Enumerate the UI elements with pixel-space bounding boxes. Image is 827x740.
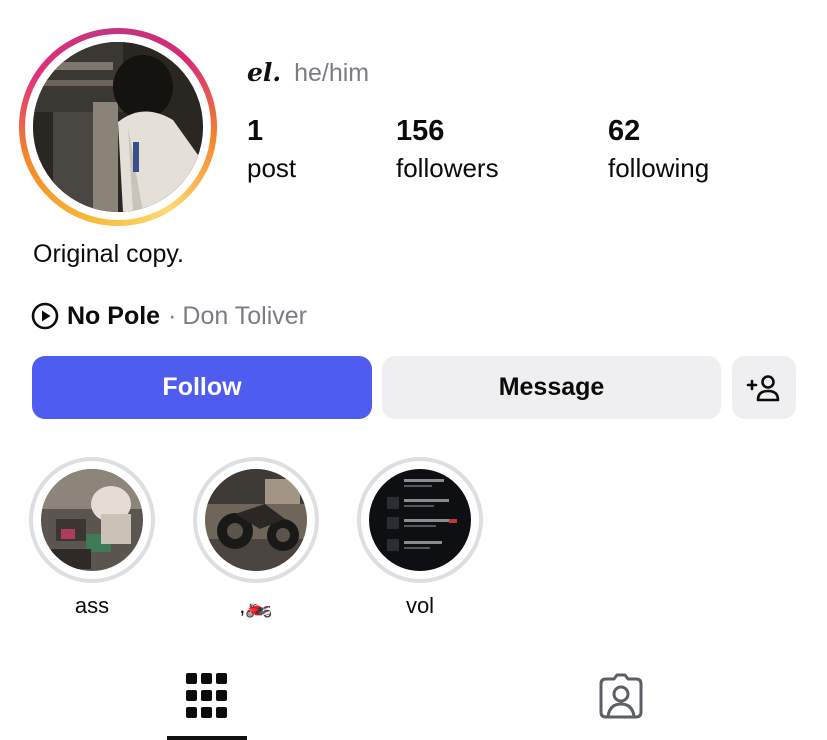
highlight-1-image [41, 469, 143, 571]
avatar-photo [33, 42, 203, 212]
highlight-2[interactable]: ,🏍️ [193, 457, 319, 618]
highlight-3-cover [369, 469, 471, 571]
highlight-2-image [205, 469, 307, 571]
highlight-3-label: vol [405, 593, 435, 618]
name-row: el. he/him [247, 58, 369, 88]
stat-posts-count: 1 [247, 115, 264, 147]
stat-following[interactable]: 62 following [608, 115, 709, 183]
highlight-1-cover [41, 469, 143, 571]
highlight-3[interactable]: vol [357, 457, 483, 618]
message-button[interactable]: Message [382, 356, 721, 419]
tab-posts-grid[interactable] [186, 673, 228, 724]
suggest-accounts-button[interactable] [732, 356, 796, 419]
profile-music[interactable]: No Pole · Don Toliver [31, 299, 307, 333]
tab-selected-indicator [167, 736, 247, 740]
stat-followers[interactable]: 156 followers [396, 115, 499, 183]
stat-followers-count: 156 [396, 115, 445, 147]
highlight-1[interactable]: ass [29, 457, 155, 618]
highlight-1-label: ass [74, 593, 110, 618]
avatar-image [33, 42, 203, 212]
highlight-2-label: ,🏍️ [239, 593, 273, 618]
grid-icon [186, 673, 227, 718]
stat-followers-label: followers [396, 153, 499, 183]
highlight-3-image [369, 469, 471, 571]
display-name: el. [247, 58, 282, 87]
pronouns: he/him [294, 59, 370, 87]
bio-text: Original copy. [33, 240, 184, 268]
stat-posts[interactable]: 1 post [247, 115, 296, 183]
stat-following-label: following [608, 153, 710, 183]
profile-avatar[interactable] [19, 28, 217, 226]
follow-button[interactable]: Follow [32, 356, 372, 419]
play-circle-icon [31, 302, 59, 330]
song-title: No Pole [67, 301, 161, 330]
highlight-2-cover [205, 469, 307, 571]
tagged-person-icon [599, 673, 643, 719]
music-separator: · [168, 301, 177, 330]
artist-name: Don Toliver [182, 301, 308, 330]
tab-tagged[interactable] [598, 673, 644, 724]
stat-posts-label: post [247, 153, 297, 183]
stat-following-count: 62 [608, 115, 641, 147]
add-person-icon [746, 374, 780, 401]
